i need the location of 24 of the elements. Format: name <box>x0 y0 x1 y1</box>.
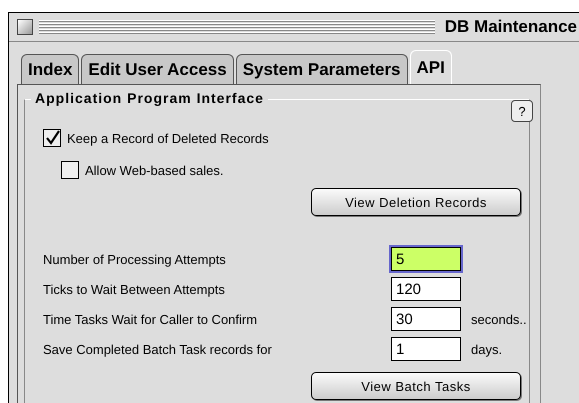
tab[interactable]: System Parameters <box>236 54 408 84</box>
input-field[interactable]: 120 <box>391 277 461 301</box>
field-label: Save Completed Batch Task records for <box>43 342 273 356</box>
checkbox[interactable] <box>61 161 79 179</box>
view-deletion-records-button[interactable]: View Deletion Records <box>311 188 521 216</box>
view-batch-tasks-button[interactable]: View Batch Tasks <box>311 372 521 400</box>
unit-label: seconds.. <box>471 312 528 326</box>
field-label: Ticks to Wait Between Attempts <box>43 282 226 296</box>
close-box[interactable] <box>17 19 33 35</box>
field-label: Time Tasks Wait for Caller to Confirm <box>43 312 258 326</box>
input-field[interactable]: 1 <box>391 337 461 361</box>
tab[interactable]: Index <box>21 54 80 84</box>
window-title: DB Maintenance <box>444 17 578 37</box>
tab[interactable]: Edit User Access <box>81 54 234 84</box>
input-field[interactable]: 5 <box>391 247 461 271</box>
checkbox-label: Allow Web-based sales. <box>85 162 224 178</box>
group-title: Application Program Interface <box>31 90 268 106</box>
field-label: Number of Processing Attempts <box>43 252 227 266</box>
checkbox[interactable] <box>43 129 61 147</box>
unit-label: days. <box>471 342 504 356</box>
checkbox-label: Keep a Record of Deleted Records <box>67 130 269 146</box>
help-button[interactable]: ? <box>511 100 533 122</box>
input-field[interactable]: 30 <box>391 307 461 331</box>
tab[interactable]: API <box>410 50 452 84</box>
